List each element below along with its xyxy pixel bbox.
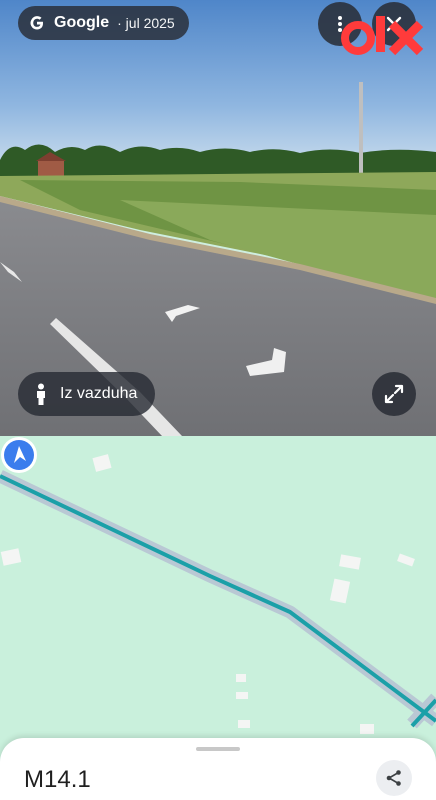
street-view-image: [0, 0, 436, 436]
imagery-date: · jul 2025: [117, 15, 175, 31]
place-title: M14.1: [24, 766, 91, 793]
person-icon: [37, 383, 45, 405]
expand-icon: [384, 384, 404, 404]
location-arrow-icon[interactable]: [0, 436, 38, 474]
google-g-icon: [28, 14, 46, 32]
expand-button[interactable]: [372, 372, 416, 416]
place-bottom-sheet[interactable]: M14.1: [0, 738, 436, 800]
provider-label: Google: [54, 14, 110, 31]
imagery-date-chip[interactable]: Google · jul 2025: [18, 6, 189, 40]
olx-watermark-logo: [341, 16, 424, 56]
aerial-view-button[interactable]: Iz vazduha: [18, 372, 156, 416]
sheet-drag-handle[interactable]: [196, 747, 240, 751]
share-button[interactable]: [376, 760, 412, 796]
aerial-view-label: Iz vazduha: [60, 385, 138, 402]
share-icon: [386, 770, 401, 786]
street-view-panorama[interactable]: Google · jul 2025 Iz vazduha: [0, 0, 436, 436]
